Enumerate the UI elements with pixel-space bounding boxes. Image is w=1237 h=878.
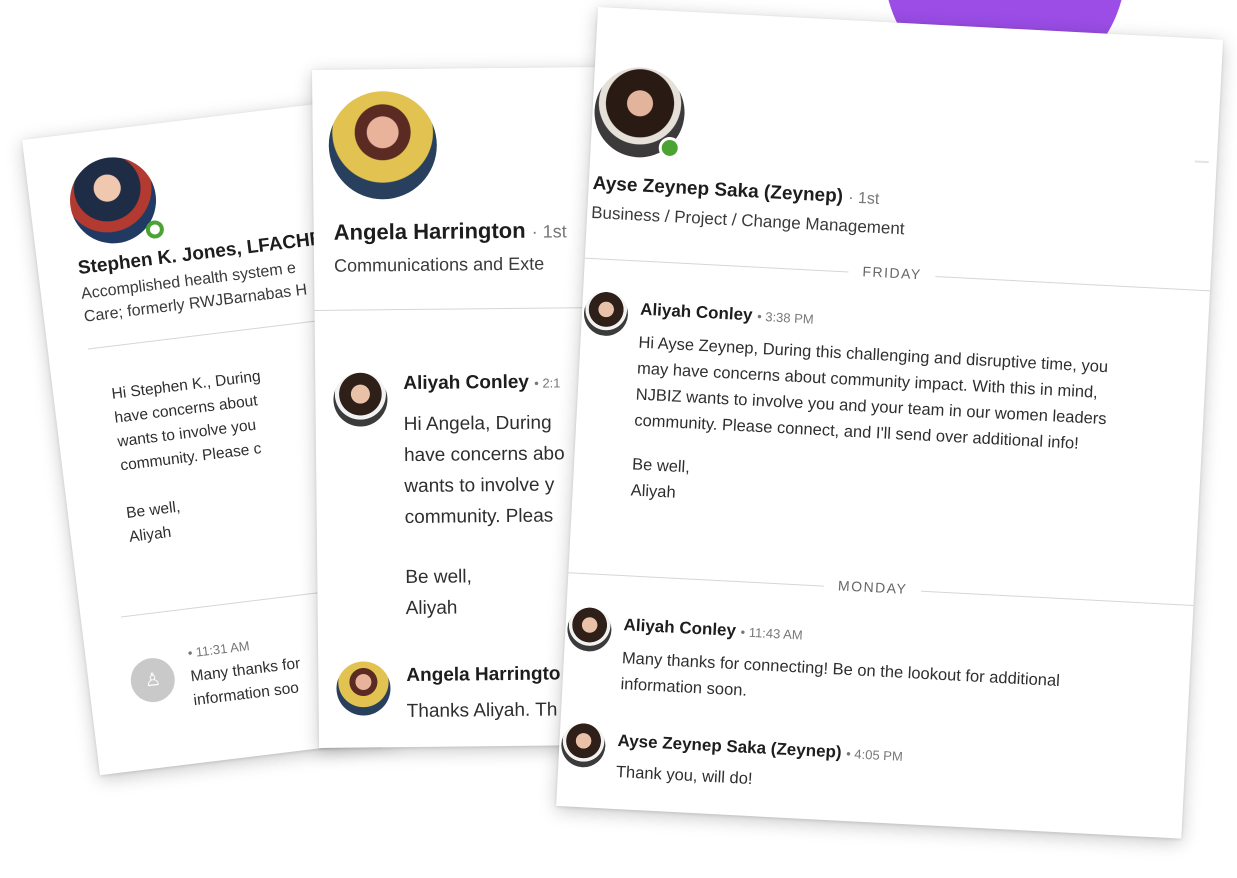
message-body: Many thanks for information soo: [189, 655, 302, 710]
header-divider: [87, 316, 347, 350]
message-body: Many thanks for connecting! Be on the lo…: [620, 649, 1061, 700]
message-body: Thanks Aliyah. Th: [406, 699, 558, 723]
sender-avatar[interactable]: [336, 661, 391, 716]
ghost-avatar[interactable]: ♙: [128, 655, 178, 705]
message-time: • 11:31 AM: [186, 638, 251, 661]
message-body: Hi Angela, During have concerns abo want…: [403, 412, 565, 620]
sender-avatar[interactable]: [582, 290, 630, 337]
sender-name[interactable]: Aliyah Conley: [640, 300, 753, 325]
person-icon: ♙: [143, 668, 162, 691]
sender-name[interactable]: Ayse Zeynep Saka (Zeynep): [617, 731, 842, 762]
sender-avatar[interactable]: [566, 606, 613, 653]
message-header: Aliyah Conley • 2:1: [403, 371, 560, 395]
connection-degree: · 1st: [531, 221, 567, 242]
online-status-icon: [144, 219, 165, 240]
message-body: Hi Ayse Zeynep, During this challenging …: [630, 333, 1109, 502]
message-time: • 11:43 AM: [740, 624, 804, 643]
scrollbar-thumb[interactable]: [1194, 160, 1209, 164]
sender-avatar[interactable]: [333, 372, 388, 427]
message-header: Aliyah Conley • 3:38 PM: [640, 300, 815, 329]
sender-name[interactable]: Angela Harringto: [406, 663, 560, 687]
online-status-icon: [658, 136, 682, 160]
sender-name[interactable]: Aliyah Conley: [623, 615, 736, 640]
conversation-card-ayse: Ayse Zeynep Saka (Zeynep) · 1st Business…: [556, 7, 1224, 839]
day-label-monday: MONDAY: [823, 576, 922, 598]
day-label-friday: FRIDAY: [848, 262, 937, 284]
message-body: Hi Stephen K., During have concerns abou…: [110, 367, 263, 546]
sender-avatar[interactable]: [560, 722, 607, 769]
header-divider: [314, 306, 615, 311]
message-body: Thank you, will do!: [615, 763, 753, 789]
profile-name[interactable]: Ayse Zeynep Saka (Zeynep): [592, 173, 843, 207]
profile-headline: Communications and Exte: [333, 253, 545, 276]
message-time: • 2:1: [534, 375, 561, 391]
profile-name-row: Angela Harrington · 1st: [334, 217, 567, 245]
message-time: • 3:38 PM: [756, 308, 815, 327]
connection-degree: · 1st: [847, 189, 880, 208]
profile-avatar[interactable]: [328, 90, 438, 200]
sender-name[interactable]: Aliyah Conley: [403, 372, 529, 394]
profile-name[interactable]: Angela Harrington: [334, 218, 526, 245]
message-time: • 4:05 PM: [845, 746, 904, 764]
message-header: Aliyah Conley • 11:43 AM: [623, 615, 803, 644]
